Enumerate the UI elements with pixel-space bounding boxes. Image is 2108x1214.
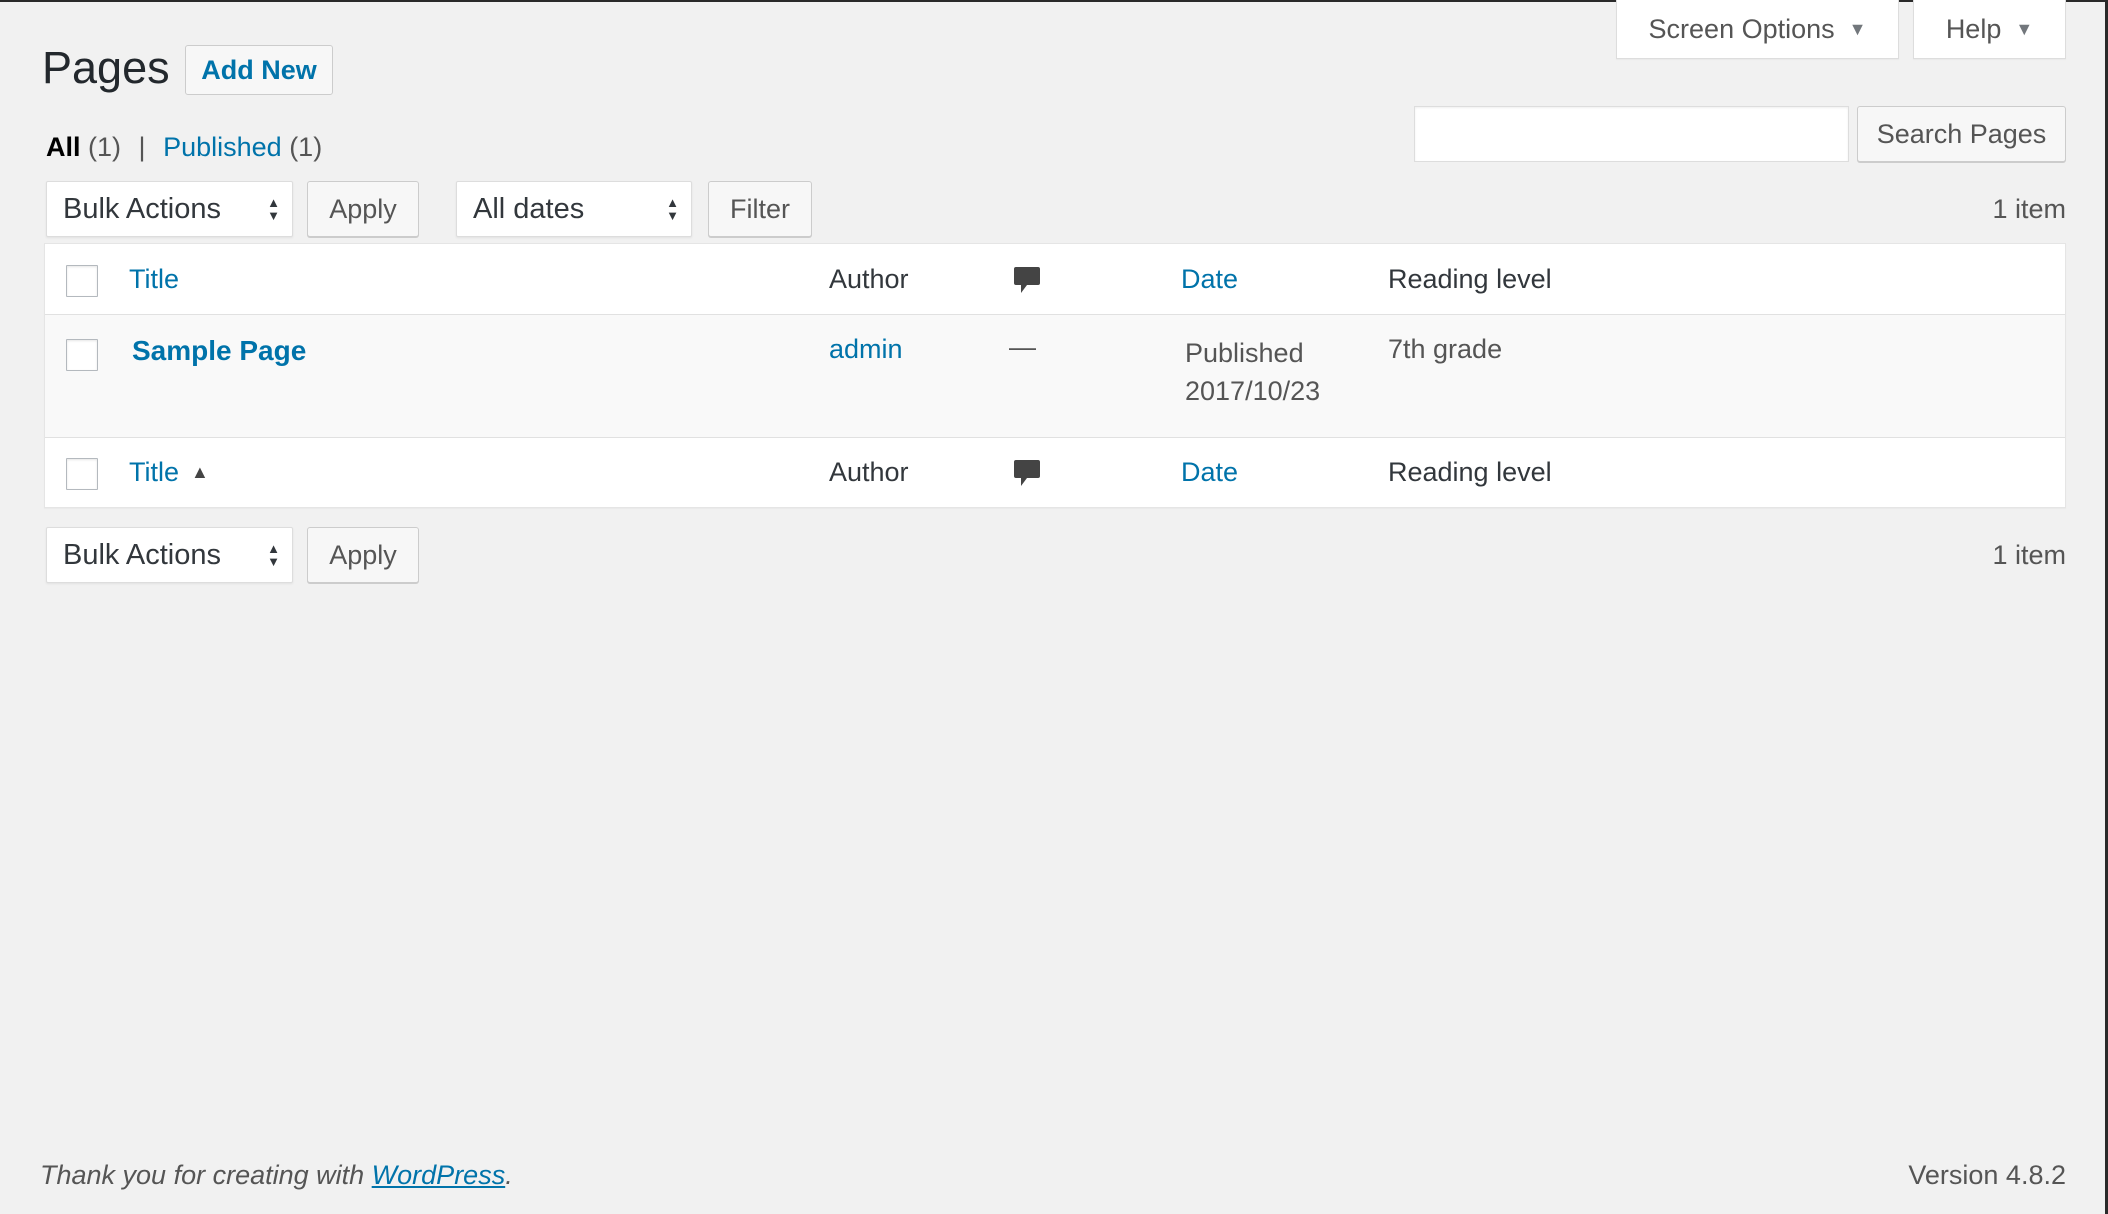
- sort-ascending-icon: ▲: [191, 462, 209, 482]
- date-cell: Published 2017/10/23: [1185, 334, 1320, 410]
- author-link[interactable]: admin: [829, 334, 903, 365]
- view-all-count: (1): [88, 132, 122, 162]
- column-date-sort-bottom[interactable]: Date: [1181, 457, 1238, 488]
- screen-options-toggle[interactable]: Screen Options ▼: [1616, 0, 1899, 59]
- column-reading-level: Reading level: [1388, 264, 1552, 294]
- view-separator: |: [138, 132, 146, 162]
- date-status: Published: [1185, 338, 1304, 368]
- comment-bubble-icon: [1014, 460, 1040, 486]
- column-date-sort[interactable]: Date: [1181, 264, 1238, 295]
- bulk-actions-select-top[interactable]: Bulk Actions ▲ ▼: [46, 181, 293, 237]
- bulk-actions-value: Bulk Actions: [63, 192, 221, 225]
- comments-count: —: [1009, 332, 1036, 362]
- column-author-bottom: Author: [829, 457, 909, 487]
- wordpress-link[interactable]: WordPress: [372, 1160, 506, 1190]
- table-header-row: Title Author Date Reading level: [45, 244, 2065, 315]
- select-arrows-icon: ▲ ▼: [267, 195, 280, 223]
- view-all-link[interactable]: All: [46, 132, 81, 162]
- page-title-link[interactable]: Sample Page: [132, 335, 306, 367]
- add-new-button[interactable]: Add New: [185, 45, 333, 95]
- date-filter-value: All dates: [473, 192, 585, 225]
- filter-button[interactable]: Filter: [708, 181, 812, 237]
- item-count-bottom: 1 item: [1992, 540, 2066, 570]
- apply-button-bottom[interactable]: Apply: [307, 527, 419, 583]
- screen-options-label: Screen Options: [1648, 13, 1835, 44]
- reading-level-value: 7th grade: [1388, 334, 1503, 364]
- column-author: Author: [829, 264, 909, 294]
- column-title-sort[interactable]: Title: [129, 264, 179, 295]
- bulk-actions-value: Bulk Actions: [63, 538, 221, 571]
- select-all-checkbox[interactable]: [66, 265, 98, 297]
- help-toggle[interactable]: Help ▼: [1913, 0, 2066, 59]
- column-reading-level-bottom: Reading level: [1388, 457, 1552, 487]
- bulk-actions-select-bottom[interactable]: Bulk Actions ▲ ▼: [46, 527, 293, 583]
- search-input[interactable]: [1414, 106, 1849, 162]
- page-title: Pages: [42, 42, 170, 93]
- pages-table: Title Author Date Reading level Sample P…: [44, 243, 2066, 508]
- select-all-checkbox-bottom[interactable]: [66, 458, 98, 490]
- date-filter-select[interactable]: All dates ▲ ▼: [456, 181, 692, 237]
- footer-thanks-text: Thank you for creating with: [40, 1160, 372, 1190]
- footer-thanks: Thank you for creating with WordPress.: [40, 1160, 513, 1191]
- row-checkbox[interactable]: [66, 339, 98, 371]
- status-filter-links: All (1) | Published (1): [46, 132, 322, 163]
- view-published-count: (1): [289, 132, 323, 162]
- comment-bubble-icon: [1014, 267, 1040, 293]
- table-footer-row: Title ▲ Author Date Reading level: [45, 437, 2065, 508]
- item-count-top: 1 item: [1992, 194, 2066, 224]
- footer-version: Version 4.8.2: [1908, 1160, 2066, 1190]
- help-label: Help: [1945, 13, 2002, 44]
- select-arrows-icon: ▲ ▼: [267, 541, 280, 569]
- column-title-sort-bottom[interactable]: Title ▲: [129, 457, 209, 488]
- column-title-label: Title: [129, 457, 180, 487]
- caret-down-icon: ▼: [2015, 18, 2034, 39]
- footer-thanks-suffix: .: [505, 1160, 513, 1190]
- select-arrows-icon: ▲ ▼: [666, 195, 679, 223]
- apply-button-top[interactable]: Apply: [307, 181, 419, 237]
- view-published-link[interactable]: Published: [163, 132, 282, 162]
- search-pages-button[interactable]: Search Pages: [1857, 106, 2066, 162]
- caret-down-icon: ▼: [1848, 18, 1867, 39]
- table-row: Sample Page admin — Published 2017/10/23…: [45, 315, 2065, 437]
- date-value: 2017/10/23: [1185, 376, 1321, 406]
